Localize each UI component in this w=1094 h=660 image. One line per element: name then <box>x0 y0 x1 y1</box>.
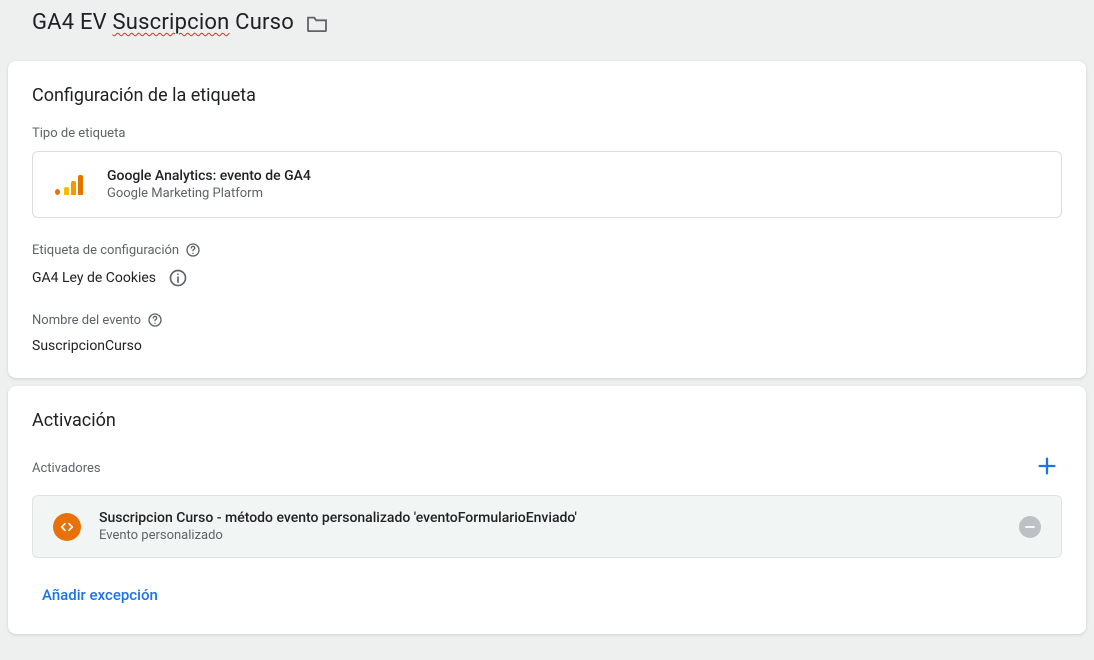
title-suffix: Curso <box>230 10 294 35</box>
tag-type-label: Tipo de etiqueta <box>32 126 1062 141</box>
remove-trigger-button[interactable] <box>1019 516 1041 538</box>
trigger-type: Evento personalizado <box>99 528 577 543</box>
title-underlined: Suscripcion <box>113 10 230 35</box>
event-name-value: SuscripcionCurso <box>32 338 1062 354</box>
help-icon[interactable] <box>147 312 163 328</box>
tag-config-section-title: Configuración de la etiqueta <box>32 85 1062 106</box>
page-title: GA4 EV Suscripcion Curso <box>32 10 294 35</box>
event-name-label: Nombre del evento <box>32 312 1062 328</box>
code-icon <box>53 513 81 541</box>
folder-icon[interactable] <box>306 14 328 32</box>
config-tag-label: Etiqueta de configuración <box>32 242 1062 258</box>
trigger-row[interactable]: Suscripcion Curso - método evento person… <box>32 495 1062 558</box>
config-tag-value: GA4 Ley de Cookies <box>32 270 156 286</box>
triggering-card: Activación Activadores Suscripcion Curso… <box>8 386 1086 634</box>
tag-configuration-card: Configuración de la etiqueta Tipo de eti… <box>8 61 1086 378</box>
add-exception-button[interactable]: Añadir excepción <box>32 580 168 610</box>
tag-type-selector[interactable]: Google Analytics: evento de GA4 Google M… <box>32 151 1062 218</box>
add-trigger-button[interactable] <box>1032 451 1062 485</box>
title-prefix: GA4 EV <box>32 10 113 35</box>
trigger-name: Suscripcion Curso - método evento person… <box>99 510 577 526</box>
ga4-icon <box>55 175 83 195</box>
triggering-section-title: Activación <box>32 410 1062 431</box>
triggers-label: Activadores <box>32 461 101 476</box>
tag-type-name: Google Analytics: evento de GA4 <box>107 168 311 184</box>
tag-type-vendor: Google Marketing Platform <box>107 186 311 201</box>
info-icon[interactable] <box>168 268 188 288</box>
help-icon[interactable] <box>185 242 201 258</box>
